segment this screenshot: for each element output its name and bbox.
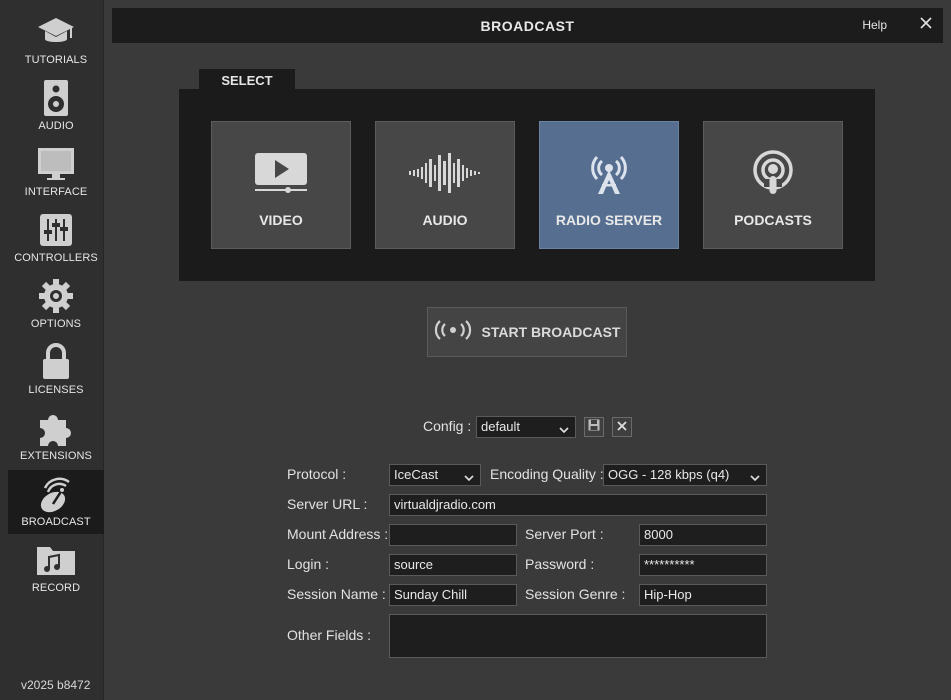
podcast-icon bbox=[751, 148, 795, 198]
sidebar-item-broadcast[interactable]: BROADCAST bbox=[8, 470, 104, 534]
sidebar-item-label: LICENSES bbox=[28, 384, 84, 396]
mode-tile-video[interactable]: VIDEO bbox=[211, 121, 351, 249]
speaker-icon bbox=[34, 78, 78, 118]
sidebar-item-options[interactable]: OPTIONS bbox=[8, 272, 104, 336]
sidebar: TUTORIALS AUDIO INTERFACE CONTROLLERS OP… bbox=[0, 0, 104, 700]
session-genre-label: Session Genre : bbox=[525, 586, 626, 602]
sidebar-item-label: EXTENSIONS bbox=[20, 450, 92, 462]
sliders-icon bbox=[34, 210, 78, 250]
mode-tile-podcasts[interactable]: PODCASTS bbox=[703, 121, 843, 249]
select-panel: VIDEO AUDIO RADIO SERVER PODCASTS bbox=[179, 89, 875, 281]
chevron-down-icon bbox=[559, 422, 569, 438]
sidebar-item-tutorials[interactable]: TUTORIALS bbox=[8, 8, 104, 72]
close-icon[interactable] bbox=[919, 16, 933, 30]
mount-address-field[interactable] bbox=[389, 524, 517, 546]
encoding-quality-label: Encoding Quality : bbox=[490, 466, 604, 482]
waveform-icon bbox=[408, 148, 482, 198]
sidebar-item-label: OPTIONS bbox=[30, 318, 82, 330]
graduation-cap-icon bbox=[34, 12, 78, 52]
protocol-label: Protocol : bbox=[287, 466, 347, 482]
help-link[interactable]: Help bbox=[862, 18, 887, 32]
start-broadcast-button[interactable]: START BROADCAST bbox=[427, 307, 627, 357]
mode-label: PODCASTS bbox=[734, 212, 812, 228]
select-tab: SELECT bbox=[199, 69, 295, 91]
server-url-field[interactable]: virtualdjradio.com bbox=[389, 494, 767, 516]
mode-tile-radio-server[interactable]: RADIO SERVER bbox=[539, 121, 679, 249]
session-name-field[interactable]: Sunday Chill bbox=[389, 584, 517, 606]
chevron-down-icon bbox=[464, 470, 474, 486]
sidebar-item-label: RECORD bbox=[31, 582, 81, 594]
protocol-select[interactable]: IceCast bbox=[389, 464, 481, 486]
delete-config-button[interactable] bbox=[612, 417, 632, 437]
video-play-icon bbox=[254, 148, 308, 198]
floppy-save-icon bbox=[588, 418, 600, 436]
password-field[interactable]: ********** bbox=[639, 554, 767, 576]
broadcast-dish-icon bbox=[34, 474, 78, 514]
chevron-down-icon bbox=[750, 470, 760, 486]
sidebar-item-label: BROADCAST bbox=[21, 516, 91, 528]
config-label: Config : bbox=[423, 418, 472, 434]
sidebar-item-interface[interactable]: INTERFACE bbox=[8, 140, 104, 204]
mount-address-label: Mount Address : bbox=[287, 526, 389, 542]
sidebar-item-controllers[interactable]: CONTROLLERS bbox=[8, 206, 104, 270]
config-select[interactable]: default bbox=[476, 416, 576, 438]
sidebar-item-label: CONTROLLERS bbox=[14, 252, 98, 264]
broadcast-waves-icon bbox=[434, 319, 472, 346]
mode-label: AUDIO bbox=[422, 212, 468, 228]
password-label: Password : bbox=[525, 556, 595, 572]
encoding-quality-value: OGG - 128 kbps (q4) bbox=[608, 467, 730, 482]
session-name-label: Session Name : bbox=[287, 586, 386, 602]
version-label: v2025 b8472 bbox=[21, 678, 91, 692]
lock-icon bbox=[34, 342, 78, 382]
server-port-label: Server Port : bbox=[525, 526, 604, 542]
monitor-icon bbox=[34, 144, 78, 184]
page-title: BROADCAST bbox=[480, 17, 575, 34]
sidebar-item-audio[interactable]: AUDIO bbox=[8, 74, 104, 138]
gear-icon bbox=[34, 276, 78, 316]
start-broadcast-label: START BROADCAST bbox=[481, 324, 621, 340]
sidebar-item-label: TUTORIALS bbox=[24, 54, 88, 66]
server-url-label: Server URL : bbox=[287, 496, 368, 512]
other-fields-label: Other Fields : bbox=[287, 627, 372, 643]
mode-label: VIDEO bbox=[259, 212, 303, 228]
music-folder-icon bbox=[34, 540, 78, 580]
puzzle-icon bbox=[34, 408, 78, 448]
sidebar-item-extensions[interactable]: EXTENSIONS bbox=[8, 404, 104, 468]
encoding-quality-select[interactable]: OGG - 128 kbps (q4) bbox=[603, 464, 767, 486]
mode-label: RADIO SERVER bbox=[555, 212, 663, 228]
save-config-button[interactable] bbox=[584, 417, 604, 437]
config-value: default bbox=[481, 419, 521, 434]
other-fields-textarea[interactable] bbox=[389, 614, 767, 658]
sidebar-item-licenses[interactable]: LICENSES bbox=[8, 338, 104, 402]
sidebar-item-label: AUDIO bbox=[38, 120, 74, 132]
mode-tile-audio[interactable]: AUDIO bbox=[375, 121, 515, 249]
window-header: BROADCAST Help bbox=[112, 8, 943, 43]
login-label: Login : bbox=[287, 556, 330, 572]
server-port-field[interactable]: 8000 bbox=[639, 524, 767, 546]
session-genre-field[interactable]: Hip-Hop bbox=[639, 584, 767, 606]
protocol-value: IceCast bbox=[394, 467, 439, 482]
radio-tower-icon bbox=[586, 148, 632, 198]
sidebar-item-label: INTERFACE bbox=[24, 186, 88, 198]
close-icon bbox=[617, 418, 627, 436]
sidebar-item-record[interactable]: RECORD bbox=[8, 536, 104, 600]
login-field[interactable]: source bbox=[389, 554, 517, 576]
